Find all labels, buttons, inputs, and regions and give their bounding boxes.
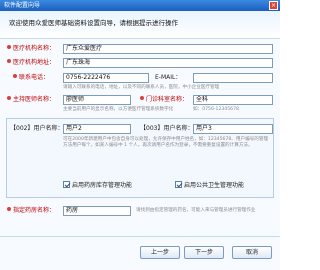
user-003-label: 【003】用户名称： <box>140 125 194 132</box>
title-bar: 软件配置向导 × <box>0 0 280 11</box>
required-bullet-icon <box>7 45 11 49</box>
cancel-button[interactable]: 取消 <box>232 246 272 259</box>
email-input[interactable] <box>193 73 273 83</box>
required-bullet-icon <box>7 59 11 63</box>
contact-hint: 请输入可联系的电话，地址，以及不同的联系人员，医院，中小企业医疗管理 <box>63 85 220 90</box>
user-002-label: 【002】用户名称： <box>10 125 64 132</box>
clinic-head-label: 门诊科室名称： <box>140 95 188 105</box>
required-bullet-icon <box>7 96 11 100</box>
clinic-head-input[interactable]: 全科 <box>193 95 273 105</box>
prev-button[interactable]: 上一步 <box>140 246 180 259</box>
wizard-window: 软件配置向导 × 欢迎使用众爱医师基础资料设置向导，请根据提示进行操作 医疗机构… <box>0 0 280 270</box>
org-address-label: 医疗机构地址： <box>7 58 55 68</box>
org-name-label: 医疗机构名称： <box>7 44 55 54</box>
email-label: E-MAIL： <box>155 74 182 81</box>
checkbox-checked-icon <box>175 181 182 188</box>
owner-name-input[interactable]: 廖医师 <box>63 95 131 105</box>
pharmacy-mgmt-checkbox[interactable]: 启用药房库存管理功能 <box>63 181 132 191</box>
required-bullet-icon <box>140 96 144 100</box>
phone-hint: 如：0756-12345678 <box>193 107 239 112</box>
pharmacy-hint: 请找到由指定管理的药名，可能入来与管理员进行管理作业 <box>136 208 256 213</box>
window-title: 软件配置向导 <box>4 2 41 9</box>
required-bullet-icon <box>7 207 11 211</box>
required-bullet-icon <box>13 74 17 78</box>
org-address-input[interactable]: 广东珠海 <box>63 58 273 68</box>
public-health-checkbox[interactable]: 启用公共卫生管理功能 <box>175 181 244 191</box>
pharmacy-input[interactable]: 药房 <box>63 206 131 216</box>
pharmacy-label: 指定药房名称： <box>7 206 55 216</box>
contact-phone-input[interactable]: 0756-2222476 <box>63 73 149 83</box>
wizard-banner: 欢迎使用众爱医师基础资料设置向导，请根据提示进行操作 <box>0 11 280 39</box>
next-button[interactable]: 下一步 <box>184 246 224 259</box>
owner-name-label: 主持医师名称： <box>7 95 55 105</box>
org-name-input[interactable]: 广东众爱医疗 <box>63 44 273 54</box>
banner-text: 欢迎使用众爱医师基础资料设置向导，请根据提示进行操作 <box>9 19 178 27</box>
owner-hint: 主要当前用户的显示名称，以方便医疗管理系统数字化 <box>63 107 174 112</box>
user-hint: 可在2000年新建用户中包含自身可以处理，允许保存中用户姓名，如：1234567… <box>63 137 269 148</box>
checkbox-checked-icon <box>63 181 70 188</box>
contact-phone-label: 联系电话： <box>13 73 49 83</box>
close-button[interactable]: × <box>269 1 278 10</box>
user-003-input[interactable]: 用户3 <box>193 124 273 134</box>
footer-divider <box>0 236 280 237</box>
user-002-input[interactable]: 用户2 <box>63 124 131 134</box>
